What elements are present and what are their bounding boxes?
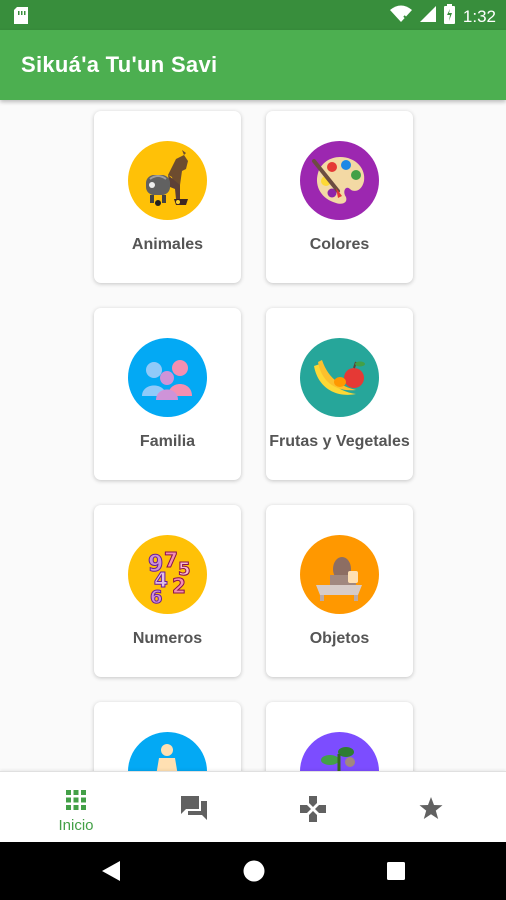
fruits-icon: [300, 338, 379, 417]
palette-icon: [300, 141, 379, 220]
numbers-icon: 9 7 5 4 2 6: [128, 535, 207, 614]
category-label: Frutas y Vegetales: [269, 433, 410, 450]
svg-text:6: 6: [150, 587, 163, 608]
category-label: Familia: [139, 433, 196, 450]
recents-icon[interactable]: [387, 862, 405, 885]
app-title: Sikuá'a Tu'un Savi: [21, 52, 218, 77]
app-bar: Sikuá'a Tu'un Savi: [0, 30, 506, 100]
nav-item-inicio[interactable]: Inicio: [13, 772, 139, 843]
nav-item-favorites[interactable]: [368, 772, 494, 843]
back-icon[interactable]: [102, 861, 120, 886]
svg-text:2: 2: [172, 574, 186, 598]
category-card-numeros[interactable]: 9 7 5 4 2 6 Numeros: [94, 505, 241, 677]
nav-item-games[interactable]: [250, 772, 376, 843]
category-card-familia[interactable]: Familia: [94, 308, 241, 480]
battery-icon: [443, 4, 455, 29]
grid-icon: [65, 789, 87, 816]
status-time: 1:32: [462, 6, 496, 26]
category-card-animales[interactable]: Animales: [94, 111, 241, 283]
category-label: Objetos: [309, 630, 370, 647]
system-navigation-bar: [0, 842, 506, 900]
horse-icon: [128, 141, 207, 220]
plants-icon: [300, 732, 379, 771]
nav-label: Inicio: [58, 817, 94, 834]
category-card-plantas[interactable]: [266, 702, 413, 771]
objects-icon: [300, 535, 379, 614]
category-card-objetos[interactable]: Objetos: [266, 505, 413, 677]
nav-item-chat[interactable]: [131, 772, 257, 843]
family-icon: [128, 338, 207, 417]
gamepad-icon: [300, 796, 326, 827]
bottom-navigation: Inicio: [0, 771, 506, 843]
category-label: Colores: [309, 236, 370, 253]
status-bar: 1:32: [0, 0, 506, 30]
category-grid[interactable]: Animales Colores Familia Frutas y Vegeta…: [0, 100, 506, 771]
category-card-frutas[interactable]: Frutas y Vegetales: [266, 308, 413, 480]
human-body-icon: [128, 732, 207, 771]
chat-icon: [181, 796, 207, 825]
category-label: Numeros: [132, 630, 203, 647]
sim-card-icon: [14, 7, 28, 29]
star-icon: [419, 796, 443, 825]
category-card-colores[interactable]: Colores: [266, 111, 413, 283]
wifi-icon: [389, 5, 412, 28]
home-icon[interactable]: [243, 860, 265, 887]
category-label: Animales: [131, 236, 204, 253]
signal-icon: [419, 6, 436, 27]
category-card-cuerpo[interactable]: [94, 702, 241, 771]
